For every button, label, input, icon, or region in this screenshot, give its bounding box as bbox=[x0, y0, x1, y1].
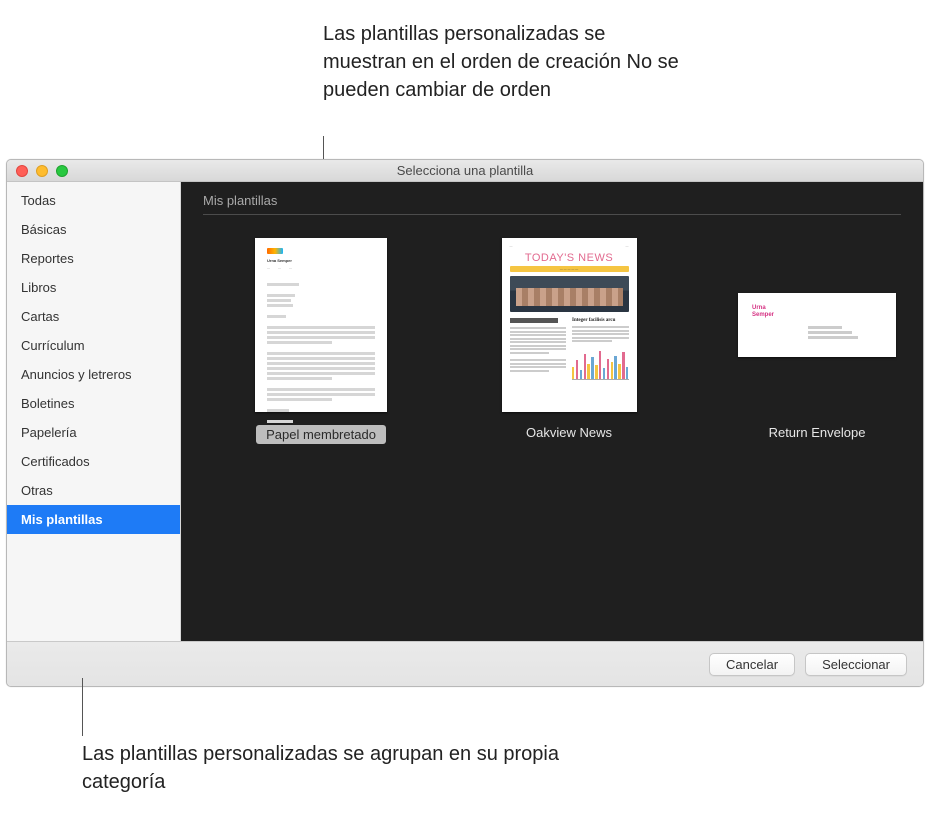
dialog-footer: Cancelar Seleccionar bbox=[7, 641, 923, 686]
template-thumbnail-wrap: Urna Semper ——— bbox=[255, 235, 387, 415]
sidebar-item-curriculum[interactable]: Currículum bbox=[7, 331, 180, 360]
template-thumbnail: Urna Semper bbox=[738, 293, 896, 357]
template-item-papel-membretado[interactable]: Urna Semper ——— bbox=[241, 235, 401, 444]
template-label: Oakview News bbox=[526, 425, 612, 440]
template-item-oakview-news[interactable]: —— TODAY'S NEWS — — — — — bbox=[489, 235, 649, 440]
cancel-button[interactable]: Cancelar bbox=[709, 653, 795, 676]
category-sidebar: Todas Básicas Reportes Libros Cartas Cur… bbox=[7, 182, 181, 641]
template-grid-area: Mis plantillas Urna Semper ——— bbox=[181, 182, 923, 641]
sidebar-item-cartas[interactable]: Cartas bbox=[7, 302, 180, 331]
sidebar-item-mis-plantillas[interactable]: Mis plantillas bbox=[7, 505, 180, 534]
template-thumbnail: —— TODAY'S NEWS — — — — — bbox=[502, 238, 637, 412]
annotation-top: Las plantillas personalizadas se muestra… bbox=[323, 20, 683, 104]
template-label: Return Envelope bbox=[769, 425, 866, 440]
template-thumbnail: Urna Semper ——— bbox=[255, 238, 387, 412]
template-label[interactable]: Papel membretado bbox=[256, 425, 386, 444]
sidebar-item-basicas[interactable]: Básicas bbox=[7, 215, 180, 244]
sidebar-item-todas[interactable]: Todas bbox=[7, 186, 180, 215]
section-header: Mis plantillas bbox=[181, 182, 923, 214]
window-body: Todas Básicas Reportes Libros Cartas Cur… bbox=[7, 182, 923, 641]
sidebar-item-reportes[interactable]: Reportes bbox=[7, 244, 180, 273]
close-button[interactable] bbox=[16, 165, 28, 177]
minimize-button[interactable] bbox=[36, 165, 48, 177]
select-button[interactable]: Seleccionar bbox=[805, 653, 907, 676]
template-thumbnail-wrap: —— TODAY'S NEWS — — — — — bbox=[502, 235, 637, 415]
sidebar-item-otras[interactable]: Otras bbox=[7, 476, 180, 505]
sidebar-item-libros[interactable]: Libros bbox=[7, 273, 180, 302]
template-chooser-window: Selecciona una plantilla Todas Básicas R… bbox=[6, 159, 924, 687]
template-grid: Urna Semper ——— bbox=[181, 235, 923, 444]
window-controls bbox=[7, 165, 68, 177]
section-divider bbox=[203, 214, 901, 215]
template-item-return-envelope[interactable]: Urna Semper Return Envelope bbox=[737, 235, 897, 440]
sidebar-item-certificados[interactable]: Certificados bbox=[7, 447, 180, 476]
zoom-button[interactable] bbox=[56, 165, 68, 177]
sidebar-item-boletines[interactable]: Boletines bbox=[7, 389, 180, 418]
window-titlebar: Selecciona una plantilla bbox=[7, 160, 923, 182]
sidebar-item-anuncios[interactable]: Anuncios y letreros bbox=[7, 360, 180, 389]
annotation-bottom: Las plantillas personalizadas se agrupan… bbox=[82, 740, 562, 796]
template-thumbnail-wrap: Urna Semper bbox=[738, 235, 896, 415]
annotation-line-bottom bbox=[82, 678, 83, 736]
window-title: Selecciona una plantilla bbox=[7, 163, 923, 178]
sidebar-item-papeleria[interactable]: Papelería bbox=[7, 418, 180, 447]
